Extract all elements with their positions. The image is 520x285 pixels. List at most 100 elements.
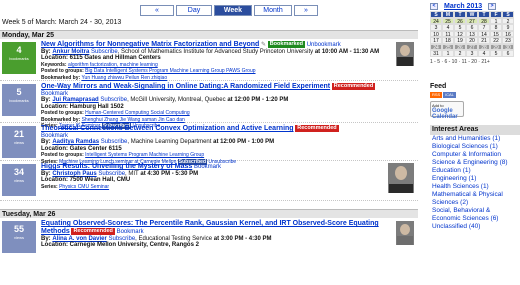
calendar-month-link[interactable]: March 2013 — [444, 3, 482, 10]
mini-calendar: < March 2013 > S M T W T F S 24 25 26 27 28 1 2 3 4 5 6 7 8… — [430, 2, 520, 65]
bookmark-link[interactable]: Bookmark — [41, 133, 68, 139]
bookmark-count-badge: 4 bookmarks — [2, 42, 36, 74]
interest-area-link[interactable]: Engineering (1) — [432, 175, 520, 183]
recommended-tag: Recommended — [71, 228, 115, 235]
affiliation: , Machine Learning Department — [127, 139, 212, 146]
subscribe-link[interactable]: Subscribe — [101, 139, 128, 145]
calendar-day[interactable]: 5 — [490, 50, 502, 57]
speaker-link[interactable]: Aaditya Ramdas — [52, 139, 99, 145]
speaker-photo — [388, 163, 414, 193]
add-to-google-calendar-button[interactable]: Add to Google Calendar — [430, 101, 464, 120]
calendar-day[interactable]: 1 — [442, 50, 454, 57]
groups[interactable]: Intelligent Systems Program Machine Lear… — [85, 152, 204, 158]
recommended-tag: Recommended — [295, 125, 339, 132]
groups-label: Posted to groups: — [41, 110, 84, 117]
prev-button[interactable]: « — [140, 5, 174, 16]
interest-area-link[interactable]: Mathematical & Physical Sciences (2) — [432, 191, 520, 207]
bookmarked-by[interactable]: Yun Huang zhiwwu Peilun Ren zhiqiao — [82, 75, 168, 81]
subscribe-link[interactable]: Subscribe — [91, 49, 118, 55]
speaker-link[interactable]: Alina A. von Davier — [52, 236, 106, 242]
keywords[interactable]: algorithm factorization, machine learnin… — [68, 62, 158, 68]
calendar-day[interactable]: 6 — [502, 50, 514, 57]
by-prefix: By: — [41, 171, 51, 177]
subscribe-link[interactable]: Subscribe — [108, 236, 135, 242]
count-label: bookmarks — [9, 56, 29, 61]
speaker-link[interactable]: Jui Ramaprasad — [52, 97, 98, 103]
count-value: 34 — [13, 167, 24, 177]
event-time: at 12:00 PM - 1:00 PM — [211, 139, 275, 146]
keywords-label: Keywords: — [41, 61, 67, 68]
interest-area-link[interactable]: Social, Behavioral & Economic Sciences (… — [432, 207, 520, 223]
interest-area-link[interactable]: Education (1) — [432, 167, 520, 175]
event-title[interactable]: Theoretical Connections Between Convex O… — [41, 125, 294, 132]
event-title[interactable]: New Algorithms for Nonnegative Matrix Fa… — [41, 41, 259, 48]
count-value: 21 — [13, 129, 24, 139]
speaker-link[interactable]: Christoph Paus — [52, 171, 96, 177]
groups[interactable]: Big Data Intelligent Systems Program Mac… — [85, 68, 255, 74]
event-item: 4 bookmarks New Algorithms for Nonnegativ… — [0, 39, 418, 81]
count-value: 4 — [16, 45, 22, 55]
pencil-icon[interactable]: ✎ — [261, 42, 266, 48]
week-tab[interactable]: Week — [214, 5, 252, 16]
calendar-day[interactable]: 2 — [454, 50, 466, 57]
interest-area-link[interactable]: Computer & Information Science & Enginee… — [432, 151, 520, 167]
event-title[interactable]: One-Way Mirrors and Weak-Signaling in On… — [41, 83, 330, 90]
ical-icon[interactable]: iCAL — [443, 92, 456, 98]
series-link[interactable]: Physics CMU Seminar — [59, 184, 109, 190]
calendar-day[interactable]: 3 — [466, 50, 478, 57]
calendar-day[interactable]: 4 — [478, 50, 490, 57]
event-time: at 10:00 AM - 11:30 AM — [313, 49, 380, 55]
subscribe-link[interactable]: Subscribe — [100, 97, 127, 103]
google-calendar-label: Google Calendar — [432, 108, 458, 120]
count-label: views — [13, 140, 24, 145]
calendar-day[interactable]: 31 — [430, 50, 442, 57]
location: Carnegie Mellon University, Centre, Rang… — [69, 242, 199, 249]
bookmarked-tag: Bookmarked — [267, 41, 306, 48]
event-item: 34 views Higgs Results: Unveiling the Mys… — [0, 161, 418, 201]
calendar-prev-button[interactable]: < — [430, 2, 438, 10]
event-body: Equating Observed-Scores: The Percentile… — [41, 220, 388, 249]
count-value: 5 — [16, 87, 22, 97]
interest-area-link[interactable]: Arts and Humanities (1) — [432, 135, 520, 143]
speaker-link[interactable]: Ankur Moitra — [52, 49, 89, 55]
location: Hamburg Hall 1502 — [69, 103, 124, 110]
interest-area-link[interactable]: Health Sciences (1) — [432, 183, 520, 191]
top-nav: « Day Week Month » — [140, 5, 320, 16]
groups-label: Posted to groups: — [41, 152, 84, 159]
event-item: 55 views Equating Observed-Scores: The Pe… — [0, 218, 418, 258]
calendar-next-button[interactable]: > — [488, 2, 497, 10]
week-label: Week 5 of March: March 24 - 30, 2013 — [2, 19, 122, 26]
bookmarked-by-label: Bookmarked by: — [41, 74, 81, 81]
by-prefix: By: — [41, 97, 51, 104]
interest-area-link[interactable]: Unclassified (40) — [432, 223, 520, 231]
interest-areas-list: Arts and Humanities (1) Biological Scienc… — [430, 135, 520, 231]
rss-icon[interactable]: RSS — [430, 92, 443, 98]
event-title[interactable]: Higgs Results: Unveiling the Mystery of … — [41, 163, 192, 170]
by-prefix: By: — [41, 139, 51, 146]
count-value: 55 — [13, 224, 24, 234]
series-label: Series: — [41, 183, 58, 190]
month-tab[interactable]: Month — [254, 5, 292, 16]
unbookmark-link[interactable]: Unbookmark — [307, 42, 341, 48]
interest-areas-title: Interest Areas — [430, 125, 520, 135]
day-header: Tuesday, Mar 26 — [0, 209, 418, 218]
subscribe-link[interactable]: Subscribe — [98, 171, 125, 177]
bookmark-link[interactable]: Bookmark — [41, 91, 68, 97]
interest-area-link[interactable]: Biological Sciences (1) — [432, 143, 520, 151]
affiliation: , School of Mathematics Institute for Ad… — [117, 49, 314, 55]
groups-label: Posted to groups: — [41, 68, 84, 75]
location-label: Location: — [41, 145, 68, 152]
view-count-badge: 34 views — [2, 164, 36, 196]
next-button[interactable]: » — [294, 5, 318, 16]
event-body: New Algorithms for Nonnegative Matrix Fa… — [41, 41, 388, 81]
event-time: at 3:00 PM - 4:30 PM — [212, 236, 272, 242]
view-count-badge: 21 views — [2, 126, 36, 158]
day-tab[interactable]: Day — [176, 5, 212, 16]
groups[interactable]: Human-Centered Computing Social Computin… — [85, 110, 190, 116]
location: 6115 Gates and Hillman Centers — [69, 55, 161, 62]
bookmarked-by[interactable]: Shenghui Zhang Jie Wang saman Jin Cao da… — [82, 117, 185, 123]
bookmark-link[interactable]: Bookmark — [194, 164, 221, 170]
bookmark-link[interactable]: Bookmark — [117, 229, 144, 235]
count-range-legend: 1 - 5 · 6 - 10 · 11 - 20 · 21+ — [430, 58, 490, 65]
speaker-photo — [396, 42, 414, 66]
